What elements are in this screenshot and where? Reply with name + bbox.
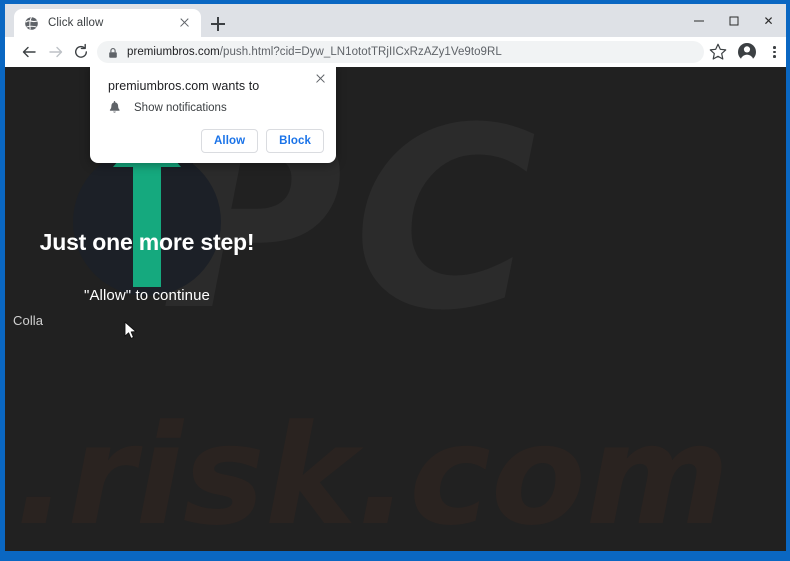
allow-button[interactable]: Allow: [201, 129, 259, 153]
profile-avatar-icon[interactable]: [736, 41, 758, 63]
page-viewport: PC .risk.com Just one more step! "Allow"…: [5, 67, 786, 551]
menu-dot: [773, 50, 776, 54]
bookmark-star-icon[interactable]: [707, 41, 729, 63]
url-host: premiumbros.com: [127, 46, 220, 58]
notification-permission-dialog: premiumbros.com wants to Show notificati…: [90, 67, 336, 163]
maximize-button[interactable]: [716, 4, 751, 37]
browser-toolbar: premiumbros.com/push.html?cid=Dyw_LN1oto…: [5, 37, 786, 67]
window-controls: ✕: [681, 4, 786, 37]
bell-icon: [108, 101, 121, 115]
menu-dot: [773, 55, 776, 58]
close-icon: ✕: [763, 13, 774, 28]
close-window-button[interactable]: ✕: [751, 4, 786, 37]
page-heading: Just one more step!: [39, 229, 255, 255]
permission-row: Show notifications: [108, 101, 227, 115]
back-arrow-icon: [22, 46, 36, 58]
forward-arrow-icon: [49, 46, 63, 58]
three-dot-menu-icon[interactable]: [763, 41, 785, 63]
url-text: premiumbros.com/push.html?cid=Dyw_LN1oto…: [127, 46, 502, 58]
reload-icon: [75, 43, 87, 58]
browser-window: Click allow ✕ premiumbros.com/push.html?…: [0, 0, 790, 561]
url-path: /push.html?cid=Dyw_LN1ototTRjIICxRzAZy1V…: [219, 46, 502, 58]
maximize-icon: [729, 16, 738, 25]
dialog-title: premiumbros.com wants to: [108, 79, 260, 93]
browser-tab[interactable]: Click allow: [14, 9, 201, 37]
globe-icon: [24, 16, 39, 31]
permission-label: Show notifications: [134, 102, 227, 114]
leftover-text: Colla: [13, 313, 44, 328]
close-icon[interactable]: [177, 15, 193, 31]
block-button[interactable]: Block: [266, 129, 324, 153]
minimize-icon: [693, 20, 704, 21]
dialog-actions: Allow Block: [201, 129, 324, 153]
forward-button[interactable]: [44, 40, 68, 64]
menu-dot: [773, 46, 776, 49]
back-button[interactable]: [17, 40, 41, 64]
lock-icon: [107, 46, 119, 58]
browser-titlebar: Click allow ✕: [5, 4, 786, 37]
address-bar[interactable]: premiumbros.com/push.html?cid=Dyw_LN1oto…: [97, 41, 704, 63]
watermark-bottom-text: .risk.com: [15, 395, 730, 551]
close-icon[interactable]: [312, 70, 328, 86]
reload-button[interactable]: [69, 40, 93, 64]
page-subheading: "Allow" to continue: [84, 287, 210, 304]
new-tab-button[interactable]: [207, 13, 229, 35]
minimize-button[interactable]: [681, 4, 716, 37]
tab-title: Click allow: [48, 17, 104, 29]
